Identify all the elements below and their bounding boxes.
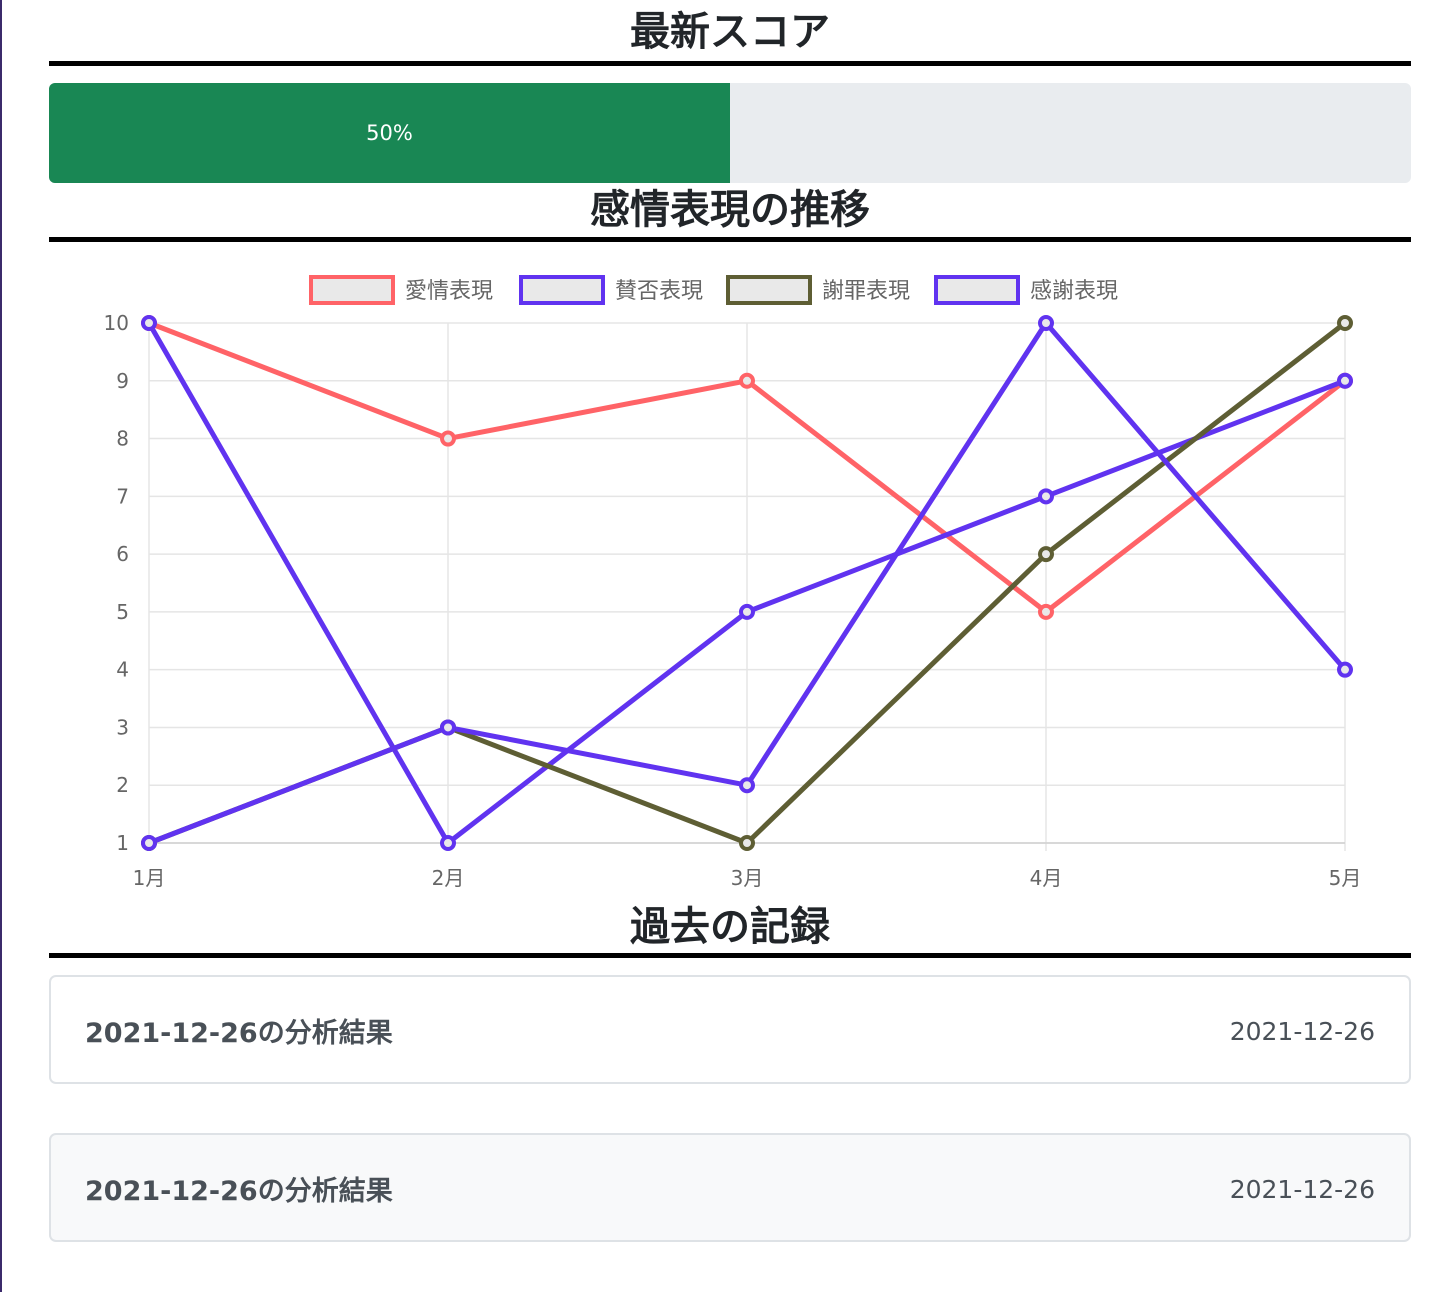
y-tick-label: 6 — [116, 542, 129, 566]
history-record[interactable]: 2021-12-26の分析結果 2021-12-26 — [49, 975, 1411, 1084]
data-point — [141, 315, 157, 331]
trend-heading: 感情表現の推移 — [590, 187, 870, 233]
data-point — [739, 372, 755, 389]
legend-label: 謝罪表現 — [822, 279, 910, 304]
y-tick-label: 3 — [116, 715, 129, 739]
data-point — [739, 777, 755, 794]
heading-divider — [49, 953, 1411, 958]
record-date: 2021-12-26 — [1229, 1017, 1375, 1046]
x-tick-label: 4月 — [1030, 866, 1063, 890]
y-tick-label: 8 — [116, 427, 129, 451]
legend-label: 愛情表現 — [405, 279, 493, 304]
y-tick-label: 1 — [116, 831, 129, 855]
data-point — [440, 835, 456, 851]
x-tick-label: 3月 — [731, 866, 764, 890]
data-point — [1337, 372, 1353, 389]
window-edge — [0, 0, 2, 1292]
emotion-trend-chart-svg: 1 2 3 4 5 6 7 8 9 10 1月 2月 3月 4月 5月 愛情表現 賛否表現 謝罪表現 感謝表現 — [104, 275, 1362, 890]
y-tick-label: 4 — [116, 658, 129, 682]
x-tick-label: 1月 — [133, 866, 166, 890]
history-record[interactable]: 2021-12-26の分析結果 2021-12-26 — [49, 1133, 1411, 1242]
y-tick-label: 5 — [116, 600, 129, 624]
y-tick-label: 9 — [116, 369, 129, 393]
data-point — [1038, 315, 1054, 331]
score-progress: 50% — [49, 83, 1411, 183]
data-point — [1038, 546, 1054, 563]
heading-divider — [49, 61, 1411, 66]
data-point — [440, 719, 456, 736]
legend-label: 賛否表現 — [615, 279, 703, 304]
data-point — [739, 603, 755, 620]
data-point — [1038, 488, 1054, 505]
data-point — [1337, 315, 1353, 331]
score-progress-label: 50% — [366, 121, 413, 145]
score-progress-bar: 50% — [49, 83, 730, 183]
record-title: 2021-12-26の分析結果 — [85, 1018, 393, 1049]
legend-label: 感謝表現 — [1030, 279, 1118, 304]
record-title: 2021-12-26の分析結果 — [85, 1176, 393, 1207]
page: 最新スコア 50% 感情表現の推移 1 2 3 4 5 6 7 8 9 10 1月 2月 3月 4月 5月 愛… — [0, 0, 1446, 1292]
heading-divider — [49, 237, 1411, 242]
record-date: 2021-12-26 — [1229, 1175, 1375, 1204]
y-tick-label: 2 — [116, 773, 129, 797]
legend-swatch — [726, 275, 812, 305]
data-point — [739, 835, 755, 851]
legend-swatch — [309, 275, 395, 305]
history-heading: 過去の記録 — [630, 904, 830, 950]
data-point — [440, 430, 456, 447]
emotion-trend-chart: 1 2 3 4 5 6 7 8 9 10 1月 2月 3月 4月 5月 愛情表現 賛否表現 謝罪表現 感謝表現 — [49, 262, 1411, 898]
data-point — [1337, 661, 1353, 678]
data-point — [141, 835, 157, 851]
data-point — [1038, 603, 1054, 620]
x-tick-label: 5月 — [1329, 866, 1362, 890]
legend-swatch — [934, 275, 1020, 305]
y-tick-label: 7 — [116, 484, 129, 508]
x-tick-label: 2月 — [432, 866, 465, 890]
legend-swatch — [519, 275, 605, 305]
y-tick-label: 10 — [104, 311, 129, 335]
latest-score-heading: 最新スコア — [630, 9, 830, 55]
